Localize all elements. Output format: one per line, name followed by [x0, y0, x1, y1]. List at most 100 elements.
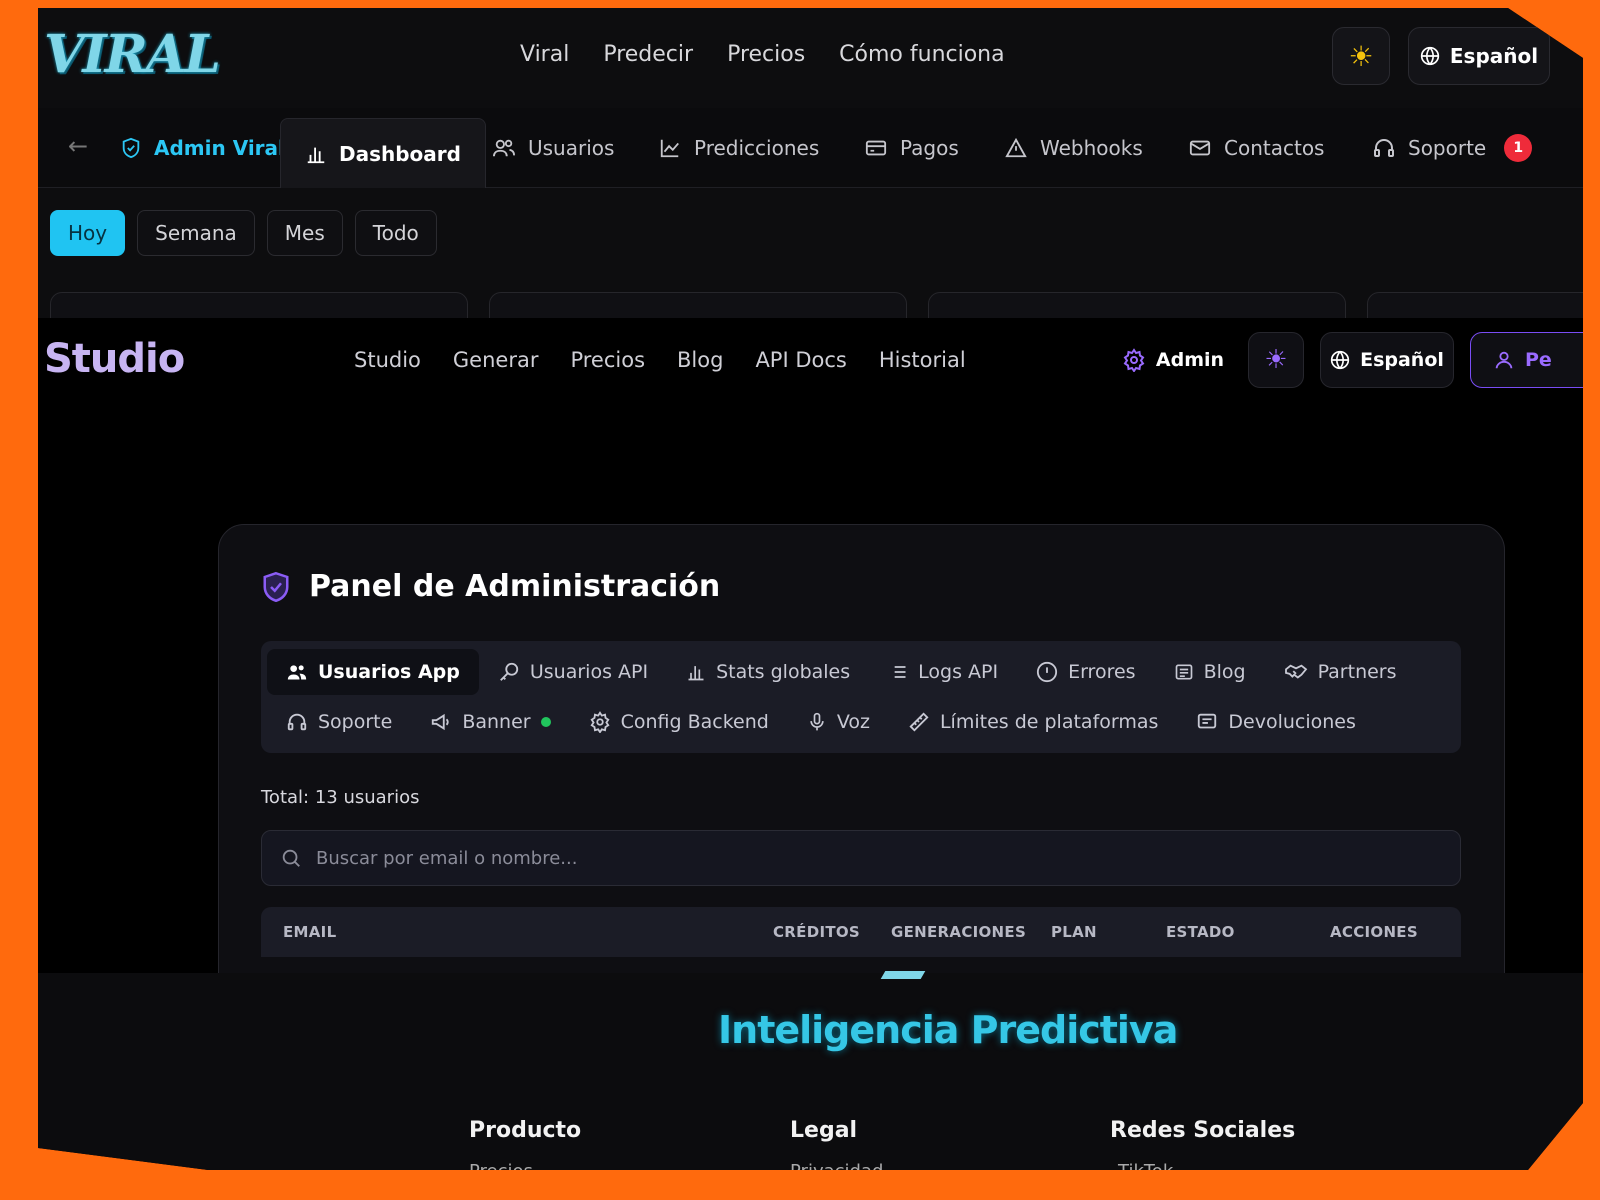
footer-link-privacidad[interactable]: Privacidad: [790, 1161, 883, 1170]
tab-soporte[interactable]: Soporte: [267, 699, 411, 745]
ruler-icon: [909, 712, 929, 732]
viral-logo[interactable]: VIRAL: [44, 24, 221, 85]
tab-blog-label: Blog: [1203, 661, 1246, 683]
tab-stats-globales-label: Stats globales: [716, 661, 851, 683]
tab-partners[interactable]: Partners: [1265, 649, 1416, 695]
viral-nav-precios[interactable]: Precios: [727, 42, 805, 67]
viral-language-label: Español: [1449, 44, 1539, 68]
headset-icon: [1374, 139, 1394, 157]
studio-nav-precios[interactable]: Precios: [570, 348, 645, 372]
footer-col-redes: Redes Sociales: [1110, 1118, 1296, 1143]
admin-tab-pagos[interactable]: Pagos: [864, 108, 959, 188]
list-icon: [890, 666, 906, 678]
tab-limites-plataformas[interactable]: Límites de plataformas: [889, 699, 1177, 745]
tab-limites-plataformas-label: Límites de plataformas: [939, 711, 1159, 733]
bar-chart-icon: [688, 666, 704, 681]
tab-stats-globales[interactable]: Stats globales: [667, 649, 869, 695]
column-creditos[interactable]: CRÉDITOS: [773, 923, 860, 941]
tab-banner[interactable]: Banner: [411, 699, 569, 745]
tab-voz-label: Voz: [836, 711, 870, 733]
footer-tagline: Inteligencia Predictiva: [718, 1008, 1178, 1052]
studio-nav-historial[interactable]: Historial: [879, 348, 966, 372]
admin-tab-predicciones[interactable]: Predicciones: [658, 108, 819, 188]
studio-admin-link[interactable]: Admin: [1118, 332, 1228, 388]
tab-usuarios-app[interactable]: Usuarios App: [267, 649, 479, 695]
studio-nav-generar[interactable]: Generar: [453, 348, 539, 372]
studio-nav-studio[interactable]: Studio: [354, 348, 421, 372]
filter-mes[interactable]: Mes: [266, 210, 343, 256]
viral-theme-toggle[interactable]: ☀: [1332, 27, 1390, 85]
user-search-box[interactable]: [261, 830, 1461, 886]
admin-tab-usuarios[interactable]: Usuarios: [492, 108, 614, 188]
admin-viral-brand[interactable]: Admin Viral: [120, 108, 285, 188]
filter-semana[interactable]: Semana: [137, 210, 255, 256]
studio-app: Studio Studio Generar Precios Blog API D…: [38, 318, 1583, 1044]
admin-tab-contactos-label: Contactos: [1224, 136, 1325, 160]
column-generaciones[interactable]: GENERACIONES: [891, 923, 1026, 941]
viral-language-button[interactable]: Español: [1408, 27, 1550, 85]
tab-voz[interactable]: Voz: [788, 699, 889, 745]
footer-link-precios[interactable]: Precios: [469, 1161, 533, 1170]
gear-icon: [1123, 348, 1145, 372]
microphone-icon: [810, 712, 824, 731]
viral-header: VIRAL Viral Predecir Precios Cómo funcio…: [38, 8, 1583, 108]
tab-devoluciones[interactable]: Devoluciones: [1177, 699, 1375, 745]
admin-tab-soporte[interactable]: Soporte 1: [1372, 108, 1533, 188]
tab-blog[interactable]: Blog: [1155, 649, 1265, 695]
credit-card-icon: [865, 140, 887, 156]
admin-tab-webhooks[interactable]: Webhooks: [1004, 108, 1143, 188]
viral-app: VIRAL Viral Predecir Precios Cómo funcio…: [38, 8, 1583, 332]
column-email[interactable]: EMAIL: [283, 923, 336, 941]
admin-tab-dashboard[interactable]: Dashboard: [280, 118, 486, 188]
globe-icon: [1330, 350, 1350, 370]
studio-language-button[interactable]: Español: [1320, 332, 1454, 388]
tab-errores-label: Errores: [1068, 661, 1136, 683]
filter-todo[interactable]: Todo: [354, 210, 437, 256]
viral-nav-como-funciona[interactable]: Cómo funciona: [839, 42, 1004, 67]
viral-nav-viral[interactable]: Viral: [520, 42, 569, 67]
admin-tab-usuarios-label: Usuarios: [528, 136, 615, 160]
globe-icon: [1420, 46, 1440, 66]
user-search-input[interactable]: [316, 847, 1316, 869]
admin-tab-webhooks-label: Webhooks: [1040, 136, 1143, 160]
tab-devoluciones-label: Devoluciones: [1228, 711, 1356, 733]
studio-nav-api-docs[interactable]: API Docs: [755, 348, 846, 372]
newspaper-icon: [1175, 664, 1192, 680]
studio-profile-label: Pe: [1525, 349, 1552, 371]
back-arrow-icon[interactable]: ←: [68, 132, 88, 160]
gear-icon: [590, 711, 610, 733]
tab-logs-api[interactable]: Logs API: [869, 649, 1017, 695]
tab-errores[interactable]: Errores: [1017, 649, 1154, 695]
footer-logo-fragment-icon: [880, 971, 926, 979]
footer-col-legal: Legal: [790, 1118, 858, 1143]
tab-usuarios-api[interactable]: Usuarios API: [479, 649, 667, 695]
column-estado[interactable]: ESTADO: [1166, 923, 1235, 941]
handshake-icon: [1284, 664, 1307, 679]
admin-tab-contactos[interactable]: Contactos: [1188, 108, 1324, 188]
bar-chart-icon: [307, 147, 325, 163]
footer-col-producto: Producto: [469, 1118, 582, 1143]
studio-admin-label: Admin: [1155, 349, 1225, 371]
studio-theme-toggle[interactable]: ☀: [1248, 332, 1304, 388]
admin-panel: Panel de Administración Usuarios App Usu…: [218, 524, 1505, 1044]
users-table-header: EMAIL CRÉDITOS GENERACIONES PLAN ESTADO …: [261, 907, 1461, 957]
viral-footer: Inteligencia Predictiva Producto Legal R…: [38, 971, 1583, 1170]
column-acciones[interactable]: ACCIONES: [1330, 923, 1418, 941]
studio-logo[interactable]: Studio: [44, 336, 185, 382]
viral-admin-bar: ← Admin Viral Dashboard Usuarios Predicc…: [38, 108, 1583, 188]
date-filter-group: Hoy Semana Mes Todo: [50, 210, 437, 256]
viral-nav-predecir[interactable]: Predecir: [603, 42, 693, 67]
shield-icon: [263, 571, 289, 602]
tab-config-backend[interactable]: Config Backend: [570, 699, 788, 745]
panel-title: Panel de Administración: [309, 569, 721, 604]
studio-nav-blog[interactable]: Blog: [677, 348, 723, 372]
footer-link-tiktok[interactable]: TikTok: [1118, 1161, 1173, 1170]
sun-icon: ☀: [1348, 39, 1374, 73]
support-count-badge: 1: [1504, 134, 1533, 162]
line-chart-icon: [660, 139, 679, 158]
column-plan[interactable]: PLAN: [1051, 923, 1097, 941]
admin-tab-soporte-label: Soporte: [1408, 136, 1487, 160]
tab-soporte-label: Soporte: [318, 711, 393, 733]
studio-profile-button[interactable]: Pe: [1470, 332, 1583, 388]
filter-hoy[interactable]: Hoy: [50, 210, 126, 256]
